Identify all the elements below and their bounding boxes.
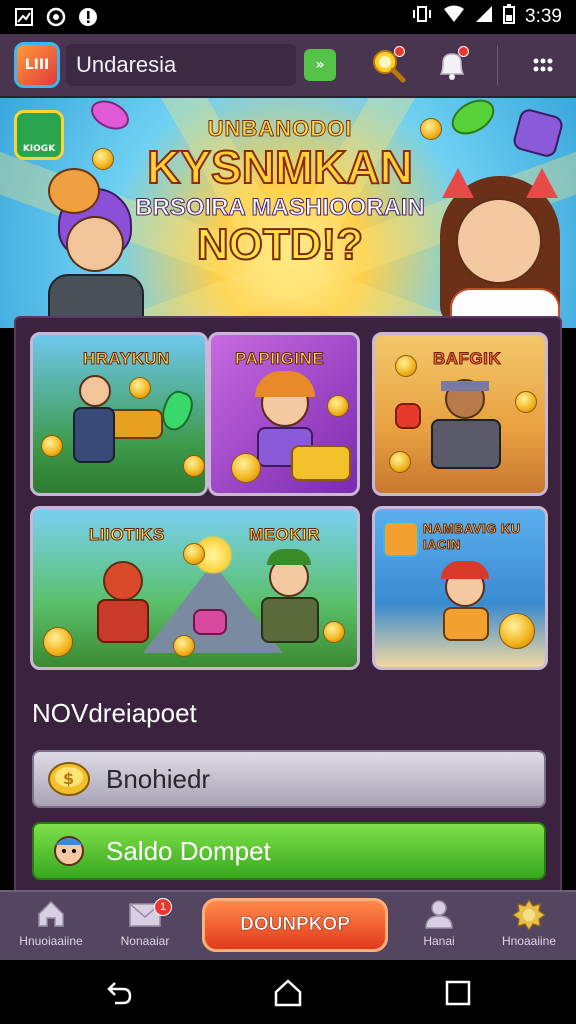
mail-badge: 1	[154, 898, 172, 916]
status-bar: 3:39	[0, 0, 576, 34]
hero-right-character	[420, 168, 576, 328]
wifi-icon	[443, 5, 465, 29]
nav-item-messages[interactable]: 1 Nonaaiar	[100, 898, 190, 948]
games-panel: HRAYKUN PAPIIGINE BAFGIK LIIOTIKS MEOKIR	[14, 316, 562, 896]
green-gem-decoration	[445, 98, 501, 142]
game-card[interactable]: HRAYKUN	[30, 332, 208, 496]
sync-notification-icon	[46, 7, 66, 27]
coin-decoration	[92, 148, 114, 170]
nav-label: Hanai	[423, 934, 455, 948]
signal-icon	[475, 5, 493, 29]
notification-badge	[458, 46, 469, 57]
user-icon	[425, 900, 453, 929]
app-header: LIII Undaresia »	[0, 34, 576, 98]
menu-button[interactable]	[524, 46, 562, 84]
nav-item-home[interactable]: Hnuoiaaiine	[6, 898, 96, 948]
nav-label: Hnoaaiine	[501, 934, 557, 948]
recents-square-icon	[445, 980, 471, 1006]
app-title: Undaresia	[66, 44, 296, 86]
nav-label: Nonaaiar	[120, 934, 170, 948]
battery-icon	[503, 4, 516, 30]
game-card[interactable]: NAMBAVIG KU IACIN	[372, 506, 548, 670]
header-divider	[497, 45, 498, 85]
nav-item-rewards[interactable]: Hnoaaiine	[484, 898, 574, 948]
game-card[interactable]: LIIOTIKS MEOKIR	[30, 506, 360, 670]
game-card-title: LIIOTIKS	[89, 525, 165, 545]
back-arrow-icon	[107, 982, 132, 1005]
search-button[interactable]	[369, 46, 407, 84]
notifications-button[interactable]	[433, 46, 471, 84]
alert-notification-icon	[78, 7, 98, 27]
grid-menu-icon	[533, 58, 553, 72]
home-system-button[interactable]	[273, 978, 303, 1008]
game-card-title: BAFGIK	[432, 349, 502, 369]
dice-icon	[395, 403, 421, 429]
image-notification-icon	[14, 7, 34, 27]
hero-banner[interactable]: KIOGK UNBANODOI KYSNMKAN BRSOIRA MASHIOO…	[0, 98, 576, 328]
primary-action-button[interactable]: $ Bnohiedr	[32, 750, 546, 808]
game-card[interactable]: PAPIIGINE	[208, 332, 360, 496]
home-icon	[38, 900, 64, 927]
purple-gem-decoration	[511, 107, 565, 159]
primary-action-label: Bnohiedr	[106, 763, 211, 794]
system-navigation-bar	[0, 960, 576, 1024]
vibrate-icon	[411, 5, 433, 29]
back-button[interactable]	[104, 978, 134, 1008]
hero-cat-character	[48, 168, 100, 214]
badge-star-icon	[512, 898, 546, 930]
app-logo[interactable]: LIII	[14, 42, 60, 88]
treasure-pot-icon	[193, 609, 227, 635]
hero-badge: KIOGK	[14, 110, 64, 160]
wallet-balance-label: Saldo Dompet	[106, 835, 271, 866]
card-logo-icon	[383, 521, 419, 557]
gold-bars-icon	[291, 445, 351, 481]
clock: 3:39	[525, 6, 562, 27]
svg-text:$: $	[63, 769, 74, 788]
hero-line-1: UNBANODOI	[207, 116, 353, 142]
search-badge	[394, 46, 405, 57]
deposit-cta-button[interactable]: DOUNPKOP	[202, 898, 388, 952]
character-avatar-icon	[46, 831, 92, 871]
recents-button[interactable]	[443, 978, 473, 1008]
wallet-balance-button[interactable]: Saldo Dompet	[32, 822, 546, 880]
game-card-title: NAMBAVIG KU IACIN	[423, 521, 521, 553]
game-card-title: PAPIIGINE	[234, 349, 325, 369]
game-card-title: HRAYKUN	[83, 349, 170, 369]
pink-gem-decoration	[86, 98, 134, 136]
nav-label: Hnuoiaaiine	[19, 934, 83, 948]
section-title: NOVdreiapoet	[32, 698, 197, 728]
bottom-navigation: Hnuoiaaiine 1 Nonaaiar DOUNPKOP Hanai Hn…	[0, 890, 576, 960]
game-card[interactable]: BAFGIK	[372, 332, 548, 496]
hero-headline: UNBANODOI KYSNMKAN BRSOIRA MASHIOORAIN N…	[130, 116, 430, 269]
hero-line-2: KYSNMKAN	[146, 141, 414, 193]
expand-chip-button[interactable]: »	[304, 49, 336, 81]
nav-item-profile[interactable]: Hanai	[394, 898, 484, 948]
game-card-title: MEOKIR	[249, 525, 321, 545]
home-outline-icon	[274, 979, 302, 1007]
hero-line-3: BRSOIRA MASHIOORAIN	[135, 194, 426, 222]
gem-icon	[157, 387, 197, 435]
hero-line-4: NOTD!?	[196, 220, 364, 269]
coin-icon: $	[46, 759, 92, 799]
